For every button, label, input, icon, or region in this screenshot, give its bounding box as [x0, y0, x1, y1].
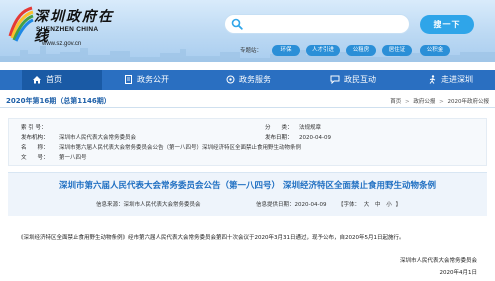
- docno-label: 文 号：: [21, 155, 49, 161]
- breadcrumb-gazette-2020[interactable]: 2020年政府公报: [448, 99, 490, 105]
- info-row-docno: 文 号： 第一八四号: [9, 153, 488, 163]
- nav-gov-affairs-open[interactable]: 政务公开: [124, 70, 204, 90]
- font-size-close: 】: [395, 202, 402, 208]
- index-label: 索 引 号：: [21, 125, 47, 131]
- info-provided-date: 信息提供日期：2020-04-09: [256, 200, 326, 208]
- quick-links-bar: 专题站： 环保 人才引进 公租房 居住证 公积金: [0, 44, 495, 58]
- nav-gov-services-label: 政务服务: [239, 75, 271, 84]
- quick-link-housing-fund[interactable]: 公积金: [420, 45, 450, 56]
- font-size-switcher: 【字体： 大 中 小 】: [338, 200, 401, 208]
- docno-value: 第一八四号: [59, 155, 87, 161]
- search-input[interactable]: [224, 14, 410, 34]
- home-icon: [33, 76, 41, 84]
- main-nav: 首页 政务公开 政务服务 政民互动 走进深圳: [0, 70, 495, 90]
- nav-gov-services[interactable]: 政务服务: [226, 70, 306, 90]
- provided-label: 信息提供日期：: [256, 202, 295, 208]
- quick-links-label: 专题站：: [240, 48, 263, 54]
- font-size-label: 【字体：: [338, 202, 361, 208]
- document-info-table: 索 引 号： 分 类： 法规规章 发布机构： 深圳市人民代表大会常务委员会 发布…: [8, 118, 487, 166]
- publisher-value: 深圳市人民代表大会常务委员会: [59, 135, 137, 141]
- nav-interaction-label: 政民互动: [344, 75, 376, 84]
- nav-interaction[interactable]: 政民互动: [330, 70, 410, 90]
- issue-bar: 2020年第16期（总第1146期） 首页 > 政府公报 > 2020年政府公报: [0, 94, 495, 108]
- source-label: 信息来源：: [96, 202, 124, 208]
- publisher-label: 发布机构：: [21, 135, 49, 141]
- category-value: 法规规章: [299, 125, 322, 131]
- site-header: 深圳政府在线 SHENZHEN CHINA www.sz.gov.cn 搜一下 …: [0, 0, 495, 62]
- breadcrumb-home[interactable]: 首页: [390, 99, 401, 105]
- info-row-index: 索 引 号： 分 类： 法规规章: [9, 123, 488, 133]
- quick-link-public-housing[interactable]: 公租房: [346, 45, 376, 56]
- nav-about-shenzhen[interactable]: 走进深圳: [428, 70, 495, 90]
- document-icon: [125, 75, 132, 84]
- article-body: 《深圳经济特区全面禁止食用野生动物条例》经市第六届人民代表大会常务委员会第四十次…: [18, 235, 405, 241]
- source-value: 深圳市人民代表大会常务委员会: [123, 202, 201, 208]
- article-title: 深圳市第六届人民代表大会常务委员会公告（第一八四号） 深圳经济特区全面禁止食用野…: [59, 181, 436, 191]
- nav-home[interactable]: 首页: [22, 70, 102, 90]
- date-value: 2020-04-09: [299, 135, 331, 141]
- search-button[interactable]: 搜一下: [420, 15, 474, 34]
- font-size-medium[interactable]: 中: [375, 202, 381, 208]
- nav-gov-affairs-open-label: 政务公开: [137, 75, 169, 84]
- logo-english-text: SHENZHEN CHINA: [36, 26, 99, 33]
- category-label: 分 类：: [265, 125, 293, 131]
- breadcrumb: 首页 > 政府公报 > 2020年政府公报: [390, 99, 490, 105]
- date-label: 发布日期：: [265, 135, 293, 141]
- signature-date: 2020年4月1日: [439, 270, 478, 276]
- breadcrumb-gazette[interactable]: 政府公报: [413, 99, 435, 105]
- name-label: 名 称：: [21, 145, 49, 151]
- quick-link-residence-permit[interactable]: 居住证: [382, 45, 412, 56]
- search-icon: [231, 18, 243, 30]
- quick-link-talent[interactable]: 人才引进: [306, 45, 340, 56]
- provided-value: 2020-04-09: [294, 202, 327, 208]
- nav-home-label: 首页: [46, 75, 62, 84]
- nav-about-shenzhen-label: 走进深圳: [441, 75, 473, 84]
- walk-icon: [429, 75, 436, 84]
- service-icon: [226, 75, 235, 84]
- issue-number: 2020年第16期（总第1146期）: [6, 97, 111, 105]
- quick-link-env[interactable]: 环保: [272, 45, 300, 56]
- info-row-name: 名 称： 深圳市第六届人民代表大会常务委员会公告（第一八四号）深圳经济特区全面禁…: [9, 143, 488, 153]
- info-row-publisher: 发布机构： 深圳市人民代表大会常务委员会 发布日期： 2020-04-09: [9, 133, 488, 143]
- article-header: 深圳市第六届人民代表大会常务委员会公告（第一八四号） 深圳经济特区全面禁止食用野…: [8, 172, 487, 216]
- chat-icon: [330, 75, 340, 84]
- name-value: 深圳市第六届人民代表大会常务委员会公告（第一八四号）深圳经济特区全面禁止食用野生…: [59, 145, 302, 151]
- font-size-large[interactable]: 大: [364, 202, 370, 208]
- signature-org: 深圳市人民代表大会常务委员会: [399, 258, 477, 264]
- logo-emblem-icon: [8, 6, 34, 42]
- info-source: 信息来源：深圳市人民代表大会常务委员会: [96, 200, 201, 208]
- font-size-small[interactable]: 小: [386, 202, 392, 208]
